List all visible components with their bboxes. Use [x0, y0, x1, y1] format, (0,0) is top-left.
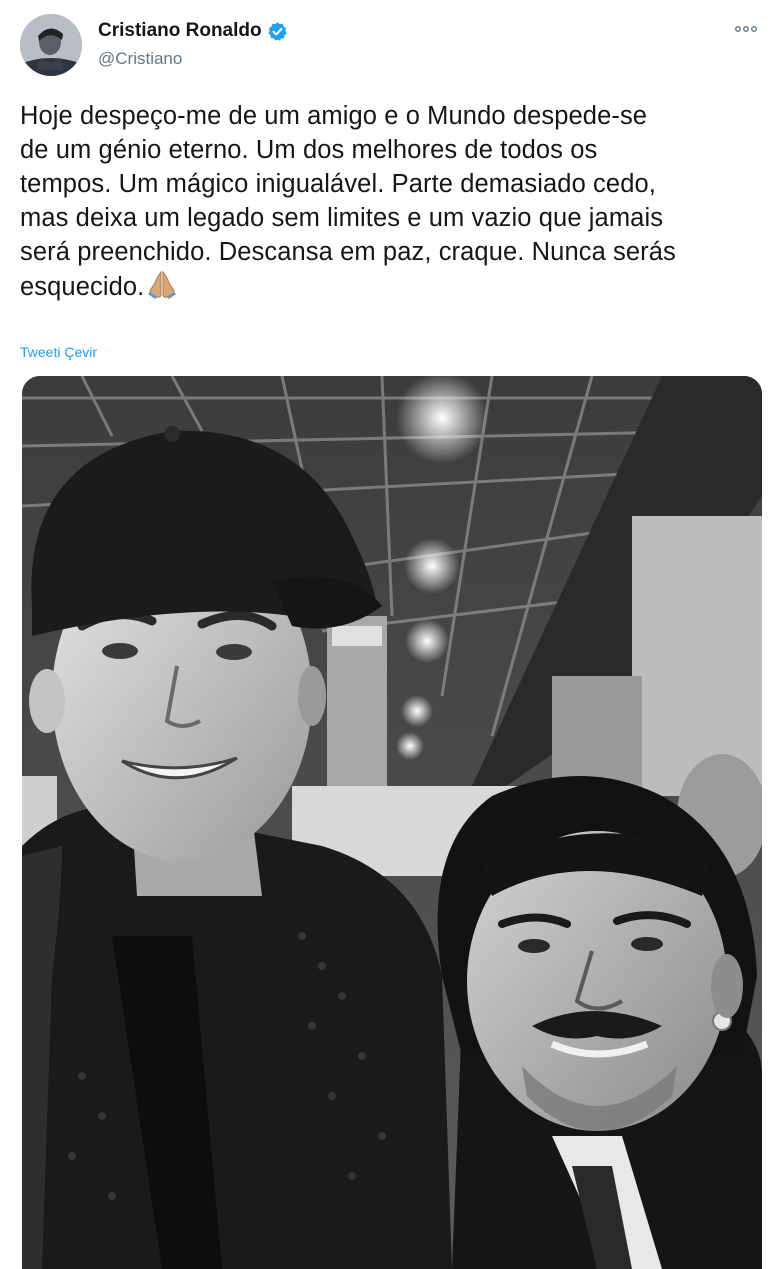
- translate-tweet-link[interactable]: Tweeti Çevir: [20, 344, 97, 360]
- tweet-text-line: esquecido.: [20, 273, 145, 301]
- more-options-icon[interactable]: [734, 22, 758, 36]
- selfie-photo: [22, 376, 762, 1269]
- author-name[interactable]: Cristiano Ronaldo: [98, 20, 262, 42]
- author-row: Cristiano Ronaldo: [98, 20, 288, 42]
- tweet-text: Hoje despeço-me de um amigo e o Mundo de…: [20, 99, 770, 308]
- tweet-text-line: mas deixa um legado sem limites e um vaz…: [20, 204, 664, 232]
- tweet-card: Cristiano Ronaldo @Cristiano Hoje despeç…: [0, 0, 770, 1269]
- profile-photo-icon: [20, 14, 82, 76]
- tweet-text-line: será preenchido. Descansa em paz, craque…: [20, 238, 676, 266]
- tweet-text-line: de um génio eterno. Um dos melhores de t…: [20, 136, 598, 164]
- author-handle[interactable]: @Cristiano: [98, 49, 182, 69]
- avatar[interactable]: [20, 14, 82, 76]
- folded-hands-icon: [146, 269, 178, 308]
- tweet-text-line: tempos. Um mágico inigualável. Parte dem…: [20, 170, 656, 198]
- tweet-text-line: Hoje despeço-me de um amigo e o Mundo de…: [20, 102, 648, 130]
- verified-badge-icon: [267, 21, 288, 42]
- tweet-text-last-line: esquecido.: [20, 269, 770, 308]
- tweet-photo[interactable]: [22, 376, 762, 1269]
